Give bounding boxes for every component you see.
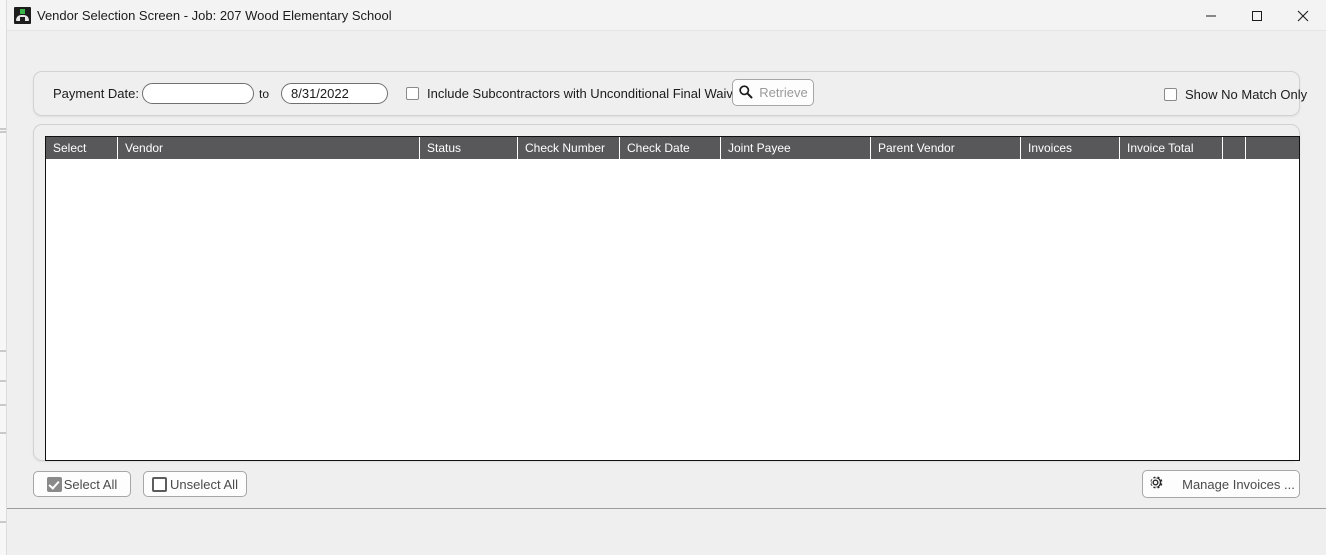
window-title: Vendor Selection Screen - Job: 207 Wood … [37,8,392,23]
grid-header-row: Select Vendor Status Check Number Check Date… [46,137,1299,159]
manage-invoices-label: Manage Invoices ... [1182,476,1295,492]
app-logo-icon [14,7,31,24]
grid-column-header-parent-vendor[interactable]: Parent Vendor [871,137,1021,159]
checkbox-empty-icon [406,87,419,100]
checkbox-empty-icon [152,476,168,492]
payment-date-label: Payment Date: [53,86,139,101]
filter-panel: Payment Date: to Include Subcontractors … [33,71,1307,116]
grid-column-header-status[interactable]: Status [420,137,518,159]
title-bar: Vendor Selection Screen - Job: 207 Wood … [7,0,1326,31]
vendor-grid-panel: Select Vendor Status Check Number Check Date… [33,124,1300,461]
grid-column-header-check-number[interactable]: Check Number [518,137,620,159]
payment-date-to-input[interactable] [281,83,388,104]
select-all-label: Select All [63,476,118,492]
show-no-match-only-label: Show No Match Only [1185,87,1308,102]
grid-column-header-vendor[interactable]: Vendor [118,137,420,159]
grid-column-header-blank-10[interactable] [1246,137,1265,159]
search-icon [738,84,753,102]
background-window-sliver [0,0,7,555]
include-subcontractors-label: Include Subcontractors with Unconditiona… [427,86,751,101]
grid-column-header-invoice-total[interactable]: Invoice Total [1120,137,1223,159]
grid-column-header-joint-payee[interactable]: Joint Payee [721,137,871,159]
gear-icon [1147,474,1164,494]
grid-body[interactable] [46,159,1299,460]
grid-column-header-blank-9[interactable] [1223,137,1246,159]
vendor-grid[interactable]: Select Vendor Status Check Number Check Date… [45,136,1300,461]
select-all-button[interactable]: Select All [33,471,131,497]
retrieve-button[interactable]: Retrieve [732,79,814,106]
grid-column-header-invoices[interactable]: Invoices [1021,137,1120,159]
vendor-selection-window: Vendor Selection Screen - Job: 207 Wood … [7,0,1326,555]
date-range-to-label: to [259,87,270,101]
include-subcontractors-checkbox[interactable]: Include Subcontractors with Unconditiona… [406,86,751,101]
unselect-all-label: Unselect All [170,476,238,492]
minimize-icon[interactable] [1188,0,1234,31]
close-icon[interactable] [1280,0,1326,31]
maximize-icon[interactable] [1234,0,1280,31]
footer-bar: Add Cancel [7,509,1326,555]
grid-column-header-select[interactable]: Select [46,137,118,159]
grid-column-header-check-date[interactable]: Check Date [620,137,721,159]
show-no-match-only-checkbox[interactable]: Show No Match Only [1164,87,1307,102]
checkbox-empty-icon [1164,88,1177,101]
payment-date-from-input[interactable] [142,83,254,104]
checkbox-checked-icon [46,476,62,492]
retrieve-button-label: Retrieve [759,85,808,100]
manage-invoices-button[interactable]: Manage Invoices ... [1142,470,1300,498]
unselect-all-button[interactable]: Unselect All [143,471,247,497]
